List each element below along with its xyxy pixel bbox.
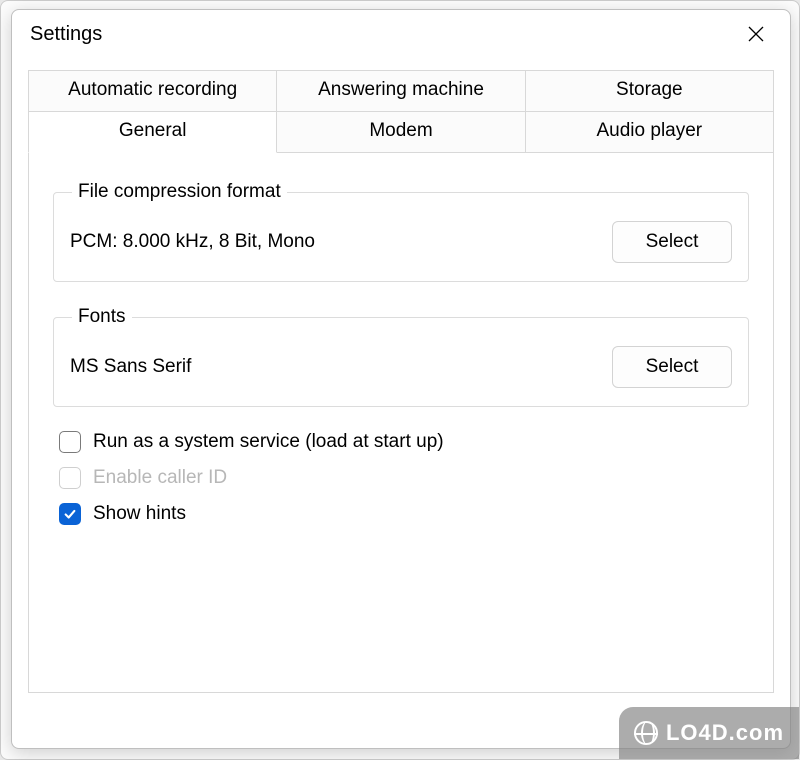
screen-root: Settings Automatic recording Answering m… (0, 0, 800, 760)
tab-audio-player[interactable]: Audio player (526, 111, 774, 153)
checkbox-icon[interactable] (59, 431, 81, 453)
group-fonts: Fonts MS Sans Serif Select (53, 306, 749, 407)
select-compression-button[interactable]: Select (612, 221, 732, 263)
select-font-button[interactable]: Select (612, 346, 732, 388)
close-button[interactable] (734, 14, 778, 54)
titlebar: Settings (12, 10, 790, 58)
tab-host: Automatic recording Answering machine St… (28, 70, 774, 693)
check-run-service-label: Run as a system service (load at start u… (93, 431, 444, 453)
tab-answering-machine[interactable]: Answering machine (277, 70, 525, 111)
tab-general[interactable]: General (28, 111, 277, 153)
group-fonts-row: MS Sans Serif Select (70, 346, 732, 388)
group-file-compression-label: File compression format (72, 181, 287, 203)
group-file-compression-row: PCM: 8.000 kHz, 8 Bit, Mono Select (70, 221, 732, 263)
tab-storage[interactable]: Storage (526, 70, 774, 111)
check-enable-caller-id: Enable caller ID (59, 467, 749, 489)
tab-modem[interactable]: Modem (277, 111, 525, 153)
check-run-service[interactable]: Run as a system service (load at start u… (59, 431, 749, 453)
check-show-hints-label: Show hints (93, 503, 186, 525)
tab-panel-general: File compression format PCM: 8.000 kHz, … (28, 153, 774, 693)
checkbox-list: Run as a system service (load at start u… (53, 431, 749, 525)
tab-row-2: General Modem Audio player (28, 111, 774, 153)
window-title: Settings (30, 23, 102, 46)
client-area: Automatic recording Answering machine St… (12, 58, 790, 748)
fonts-value: MS Sans Serif (70, 356, 191, 378)
checkbox-icon[interactable] (59, 503, 81, 525)
check-enable-caller-id-label: Enable caller ID (93, 467, 227, 489)
settings-window: Settings Automatic recording Answering m… (11, 9, 791, 749)
tab-automatic-recording[interactable]: Automatic recording (28, 70, 277, 111)
check-show-hints[interactable]: Show hints (59, 503, 749, 525)
compression-value: PCM: 8.000 kHz, 8 Bit, Mono (70, 231, 315, 253)
close-icon (747, 25, 765, 43)
group-fonts-label: Fonts (72, 306, 132, 328)
tab-row-1: Automatic recording Answering machine St… (28, 70, 774, 111)
group-file-compression: File compression format PCM: 8.000 kHz, … (53, 181, 749, 282)
checkbox-icon (59, 467, 81, 489)
